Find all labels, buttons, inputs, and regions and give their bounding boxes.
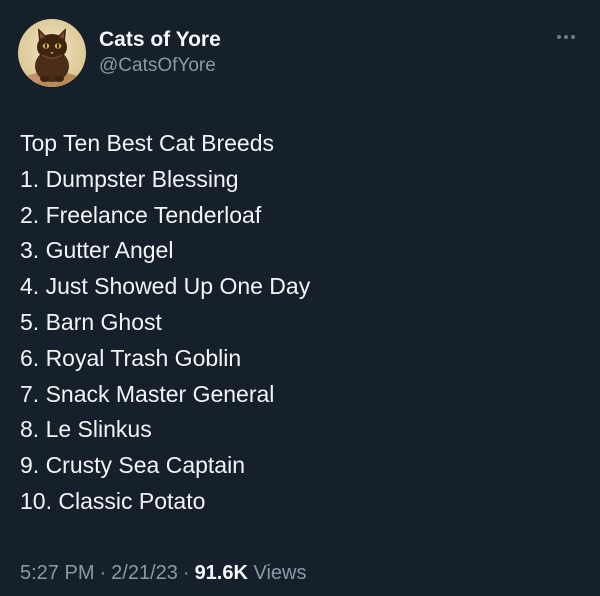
- list-item: 2. Freelance Tenderloaf: [20, 201, 262, 228]
- list-item: 3. Gutter Angel: [20, 237, 174, 264]
- author-handle[interactable]: @CatsOfYore: [99, 54, 221, 78]
- cat-avatar-icon: [18, 19, 86, 87]
- views-label: Views: [253, 562, 307, 584]
- tweet-meta: 5:27 PM · 2/21/23 · 91.6K Views: [20, 560, 307, 586]
- author-block: Cats of Yore @CatsOfYore: [99, 27, 221, 78]
- meta-separator: ·: [182, 562, 190, 584]
- avatar[interactable]: [18, 19, 86, 87]
- tweet-title-line: Top Ten Best Cat Breeds: [20, 130, 274, 156]
- list-item: 6. Royal Trash Goblin: [20, 344, 242, 371]
- list-item: 1. Dumpster Blessing: [20, 165, 239, 192]
- views-count[interactable]: 91.6K: [195, 562, 248, 584]
- tweet-date[interactable]: 2/21/23: [111, 562, 178, 584]
- more-options-button[interactable]: [552, 27, 580, 47]
- list-item: 10. Classic Potato: [20, 487, 206, 514]
- list-item: 4. Just Showed Up One Day: [20, 273, 311, 300]
- list-item: 8. Le Slinkus: [20, 416, 152, 443]
- meta-separator: ·: [99, 562, 107, 584]
- author-display-name[interactable]: Cats of Yore: [99, 27, 221, 53]
- tweet-card: Cats of Yore @CatsOfYore Top Ten Best Ca…: [0, 0, 600, 596]
- list-item: 7. Snack Master General: [20, 380, 275, 407]
- tweet-header: Cats of Yore @CatsOfYore: [18, 19, 582, 89]
- tweet-time[interactable]: 5:27 PM: [20, 562, 94, 584]
- more-horizontal-icon: [557, 35, 575, 39]
- list-item: 9. Crusty Sea Captain: [20, 452, 246, 479]
- list-item: 5. Barn Ghost: [20, 308, 162, 335]
- tweet-text: Top Ten Best Cat Breeds 1. Dumpster Bles…: [20, 126, 580, 520]
